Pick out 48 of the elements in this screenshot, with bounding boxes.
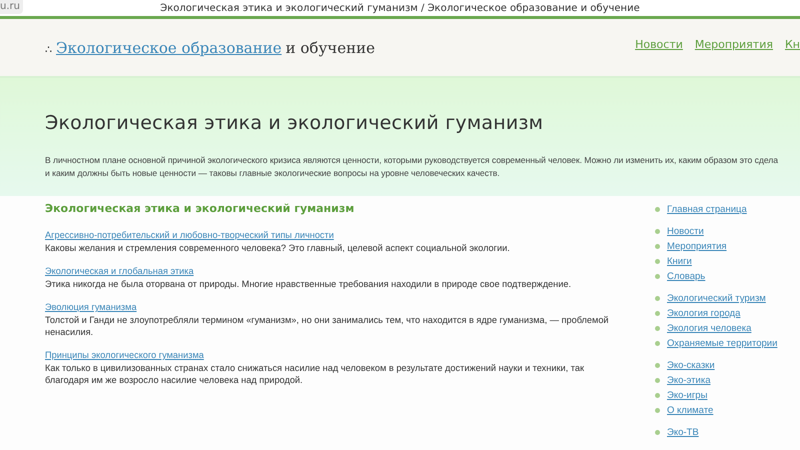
logo-link[interactable]: Экологическое образование bbox=[56, 38, 282, 56]
intro-text: и каким должны быть новые ценности — таковы главные экологические вопросы на уровне человеческих качеств. bbox=[45, 167, 501, 180]
nav-link[interactable]: Кн bbox=[784, 38, 800, 51]
article-link[interactable]: Агрессивно-потребительский и любовно-творческий типы личности bbox=[45, 229, 334, 241]
logo-text: и обучение bbox=[286, 38, 375, 56]
sidebar-link[interactable]: Эко-игры bbox=[667, 390, 708, 401]
sidebar-link[interactable]: Эко-этика bbox=[667, 375, 710, 386]
page-title: Экологическая этика и экологический гуманизм / Экологическое образование и обучение bbox=[160, 2, 640, 14]
nav-link[interactable]: Мероприятия bbox=[694, 38, 773, 51]
sidebar-link[interactable]: Экологический туризм bbox=[667, 293, 766, 304]
sidebar-link[interactable]: Эко-ТВ bbox=[667, 427, 699, 438]
bullet-icon bbox=[655, 408, 660, 413]
bullet-icon bbox=[655, 244, 660, 249]
sidebar-link[interactable]: Охраняемые территории bbox=[667, 338, 778, 349]
sidebar-link[interactable]: Словарь bbox=[667, 271, 706, 282]
article-link[interactable]: Принципы экологического гуманизма bbox=[45, 349, 204, 361]
article-link[interactable]: Эволюция гуманизма bbox=[45, 301, 137, 313]
bullet-icon bbox=[655, 296, 660, 301]
bullet-icon bbox=[655, 363, 660, 368]
article-summary: Как только в цивилизованных странах стало снижаться насилие над человеком в результате достижений науки и техники, так благодаря им же возросло насилие человека над природой. bbox=[45, 362, 585, 386]
article-link[interactable]: Экологическая и глобальная этика bbox=[45, 265, 194, 277]
sidebar-link[interactable]: Новости bbox=[667, 226, 704, 237]
bullet-icon bbox=[655, 326, 660, 331]
bullet-icon bbox=[655, 430, 660, 435]
bullet-icon bbox=[655, 229, 660, 234]
bullet-icon bbox=[655, 311, 660, 316]
bullet-icon bbox=[655, 341, 660, 346]
sidebar-link[interactable]: Экология города bbox=[667, 308, 740, 319]
sidebar-link[interactable]: Эко-сказки bbox=[667, 360, 715, 371]
logo-mark: ∴ bbox=[45, 42, 52, 56]
intro-text: В личностном плане основной причиной экологического кризиса являются ценности, которыми руководствуется современный человек. Можно ли изменить их, каким образом это сдела bbox=[45, 154, 779, 167]
browser-tab[interactable]: u.ru bbox=[0, 0, 23, 14]
bullet-icon bbox=[655, 393, 660, 398]
bullet-icon bbox=[655, 207, 660, 212]
page-heading: Экологическая этика и экологический гуманизм bbox=[45, 112, 544, 134]
sidebar-link[interactable]: Главная страница bbox=[667, 204, 747, 215]
bullet-icon bbox=[655, 259, 660, 264]
bullet-icon bbox=[655, 274, 660, 279]
section-heading: Экологическая этика и экологический гуманизм bbox=[45, 202, 356, 215]
nav-link[interactable]: Новости bbox=[635, 38, 683, 51]
article-summary: Толстой и Ганди не злоупотребляли термином «гуманизм», но они занимались тем, что находится в ядре гуманизма, — проблемой ненасилия. bbox=[45, 314, 610, 338]
bullet-icon bbox=[655, 378, 660, 383]
article-summary: Каковы желания и стремления современного человека? Это главный, целевой аспект социальной экологии. bbox=[45, 242, 511, 254]
sidebar-link[interactable]: О климате bbox=[667, 405, 714, 416]
article-summary: Этика никогда не была оторвана от природы. Многие нравственные требования находили в природе свое подтверждение. bbox=[45, 278, 572, 290]
sidebar-link[interactable]: Экология человека bbox=[667, 323, 752, 334]
sidebar-link[interactable]: Книги bbox=[667, 256, 692, 267]
sidebar-link[interactable]: Мероприятия bbox=[667, 241, 727, 252]
